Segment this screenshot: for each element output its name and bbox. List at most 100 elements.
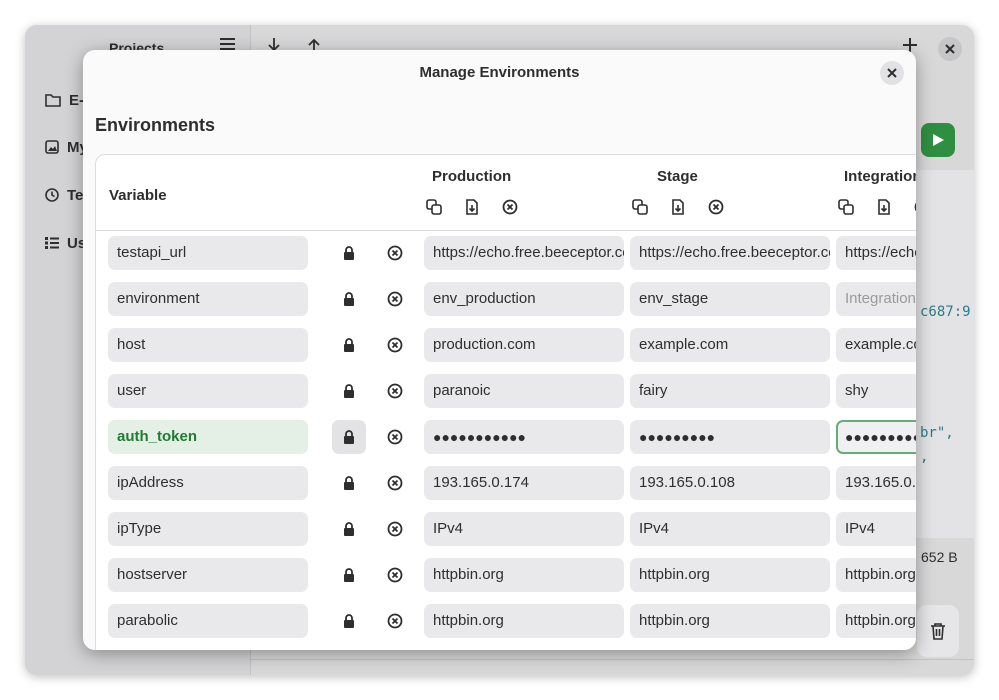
environment-value-field[interactable]: Integration bbox=[836, 282, 916, 316]
environment-value-field[interactable]: env_stage bbox=[630, 282, 830, 316]
remove-variable-button[interactable] bbox=[384, 374, 406, 408]
remove-circle-icon bbox=[708, 199, 724, 215]
dialog-title: Manage Environments bbox=[419, 64, 580, 81]
import-environment-button[interactable] bbox=[462, 197, 482, 217]
variable-name-field[interactable]: auth_token bbox=[108, 420, 308, 454]
copy-icon bbox=[632, 199, 648, 215]
remove-environment-button[interactable] bbox=[500, 197, 520, 217]
secret-toggle-button[interactable] bbox=[332, 420, 366, 454]
environment-value-field[interactable]: httpbin.org bbox=[836, 604, 916, 638]
environment-value-field[interactable]: httpbin.org bbox=[424, 604, 624, 638]
variable-name-field[interactable]: host bbox=[108, 328, 308, 362]
variable-name-field[interactable]: ipType bbox=[108, 512, 308, 546]
import-icon bbox=[466, 199, 478, 215]
lock-icon bbox=[344, 568, 354, 582]
secret-toggle-button[interactable] bbox=[332, 328, 366, 362]
manage-environments-dialog: Manage Environments Environments Variabl… bbox=[83, 50, 916, 650]
environment-value-field[interactable]: example.com bbox=[836, 328, 916, 362]
environment-value-field[interactable]: httpbin.org bbox=[836, 558, 916, 592]
sidebar-item-4[interactable]: Us bbox=[45, 232, 86, 254]
secret-toggle-button[interactable] bbox=[332, 604, 366, 638]
remove-circle-icon bbox=[387, 245, 403, 261]
remove-environment-button[interactable] bbox=[912, 197, 916, 217]
environment-value-field[interactable]: paranoic bbox=[424, 374, 624, 408]
environment-value-field[interactable]: production.com bbox=[424, 328, 624, 362]
environment-value-field[interactable]: httpbin.org bbox=[630, 558, 830, 592]
lock-icon bbox=[344, 476, 354, 490]
remove-circle-icon bbox=[387, 475, 403, 491]
sidebar-item-3[interactable]: Te bbox=[45, 184, 83, 206]
variable-name-field[interactable]: ipAddress bbox=[108, 466, 308, 500]
remove-circle-icon bbox=[387, 383, 403, 399]
environment-value-field[interactable]: httpbin.org bbox=[630, 604, 830, 638]
environment-value-field[interactable]: https://echo.free.beeceptor.com bbox=[836, 236, 916, 270]
environment-value-field[interactable]: example.com bbox=[630, 328, 830, 362]
sidebar-item-label: E- bbox=[69, 91, 84, 109]
environment-value-field[interactable]: ●●●●●●●●● bbox=[836, 420, 916, 454]
environment-name[interactable]: Stage bbox=[657, 168, 698, 185]
import-environment-button[interactable] bbox=[668, 197, 688, 217]
environment-value-field[interactable]: fairy bbox=[630, 374, 830, 408]
environment-value-field[interactable]: IPv4 bbox=[630, 512, 830, 546]
remove-circle-icon bbox=[387, 429, 403, 445]
clock-icon bbox=[45, 188, 59, 202]
environment-value-field[interactable]: IPv4 bbox=[424, 512, 624, 546]
remove-variable-button[interactable] bbox=[384, 328, 406, 362]
sidebar-item-2[interactable]: My bbox=[45, 136, 88, 158]
secret-toggle-button[interactable] bbox=[332, 282, 366, 316]
environment-header-integration: Integration bbox=[836, 168, 916, 228]
remove-circle-icon bbox=[387, 567, 403, 583]
environment-value-field[interactable]: shy bbox=[836, 374, 916, 408]
environment-value-field[interactable]: httpbin.org bbox=[424, 558, 624, 592]
code-fragment: c687:9 bbox=[920, 304, 971, 320]
response-size: 652 B bbox=[921, 549, 958, 565]
delete-button[interactable] bbox=[917, 605, 959, 657]
environment-value-field[interactable]: IPv4 bbox=[836, 512, 916, 546]
variable-name-field[interactable]: parabolic bbox=[108, 604, 308, 638]
environment-value-field[interactable]: ●●●●●●●●● bbox=[630, 420, 830, 454]
environment-name[interactable]: Production bbox=[432, 168, 511, 185]
remove-variable-button[interactable] bbox=[384, 466, 406, 500]
environment-value-field[interactable]: https://echo.free.beeceptor.com bbox=[630, 236, 830, 270]
lock-icon bbox=[344, 338, 354, 352]
sidebar-item-1[interactable]: E- bbox=[45, 89, 84, 111]
variable-name-field[interactable]: hostserver bbox=[108, 558, 308, 592]
environment-value-field[interactable]: https://echo.free.beeceptor.com bbox=[424, 236, 624, 270]
environment-value-field[interactable]: env_production bbox=[424, 282, 624, 316]
variable-name-field[interactable]: testapi_url bbox=[108, 236, 308, 270]
remove-environment-button[interactable] bbox=[706, 197, 726, 217]
variable-row: hostserver httpbin.org httpbin.org httpbin.… bbox=[96, 558, 916, 592]
send-button[interactable] bbox=[921, 123, 955, 157]
variable-row: user paranoic fairy shy bbox=[96, 374, 916, 408]
lock-icon bbox=[344, 246, 354, 260]
variable-name-field[interactable]: user bbox=[108, 374, 308, 408]
environment-value-field[interactable]: ●●●●●●●●●●● bbox=[424, 420, 624, 454]
environment-value-field[interactable]: 193.165.0.1 bbox=[836, 466, 916, 500]
environment-name[interactable]: Integration bbox=[844, 168, 916, 185]
duplicate-environment-button[interactable] bbox=[424, 197, 444, 217]
remove-variable-button[interactable] bbox=[384, 420, 406, 454]
remove-variable-button[interactable] bbox=[384, 282, 406, 316]
environment-value-field[interactable]: 193.165.0.108 bbox=[630, 466, 830, 500]
environment-value-field[interactable]: 193.165.0.174 bbox=[424, 466, 624, 500]
play-icon bbox=[933, 134, 944, 146]
dialog-close-button[interactable] bbox=[880, 61, 904, 85]
secret-toggle-button[interactable] bbox=[332, 466, 366, 500]
remove-variable-button[interactable] bbox=[384, 604, 406, 638]
remove-variable-button[interactable] bbox=[384, 236, 406, 270]
secret-toggle-button[interactable] bbox=[332, 558, 366, 592]
response-body: c687:9 br", , bbox=[914, 170, 974, 538]
window-close-button[interactable] bbox=[938, 37, 962, 61]
remove-variable-button[interactable] bbox=[384, 558, 406, 592]
remove-variable-button[interactable] bbox=[384, 512, 406, 546]
copy-icon bbox=[838, 199, 854, 215]
image-icon bbox=[45, 140, 59, 154]
variable-name-field[interactable]: environment bbox=[108, 282, 308, 316]
remove-circle-icon bbox=[387, 291, 403, 307]
secret-toggle-button[interactable] bbox=[332, 236, 366, 270]
secret-toggle-button[interactable] bbox=[332, 374, 366, 408]
duplicate-environment-button[interactable] bbox=[630, 197, 650, 217]
import-environment-button[interactable] bbox=[874, 197, 894, 217]
secret-toggle-button[interactable] bbox=[332, 512, 366, 546]
duplicate-environment-button[interactable] bbox=[836, 197, 856, 217]
